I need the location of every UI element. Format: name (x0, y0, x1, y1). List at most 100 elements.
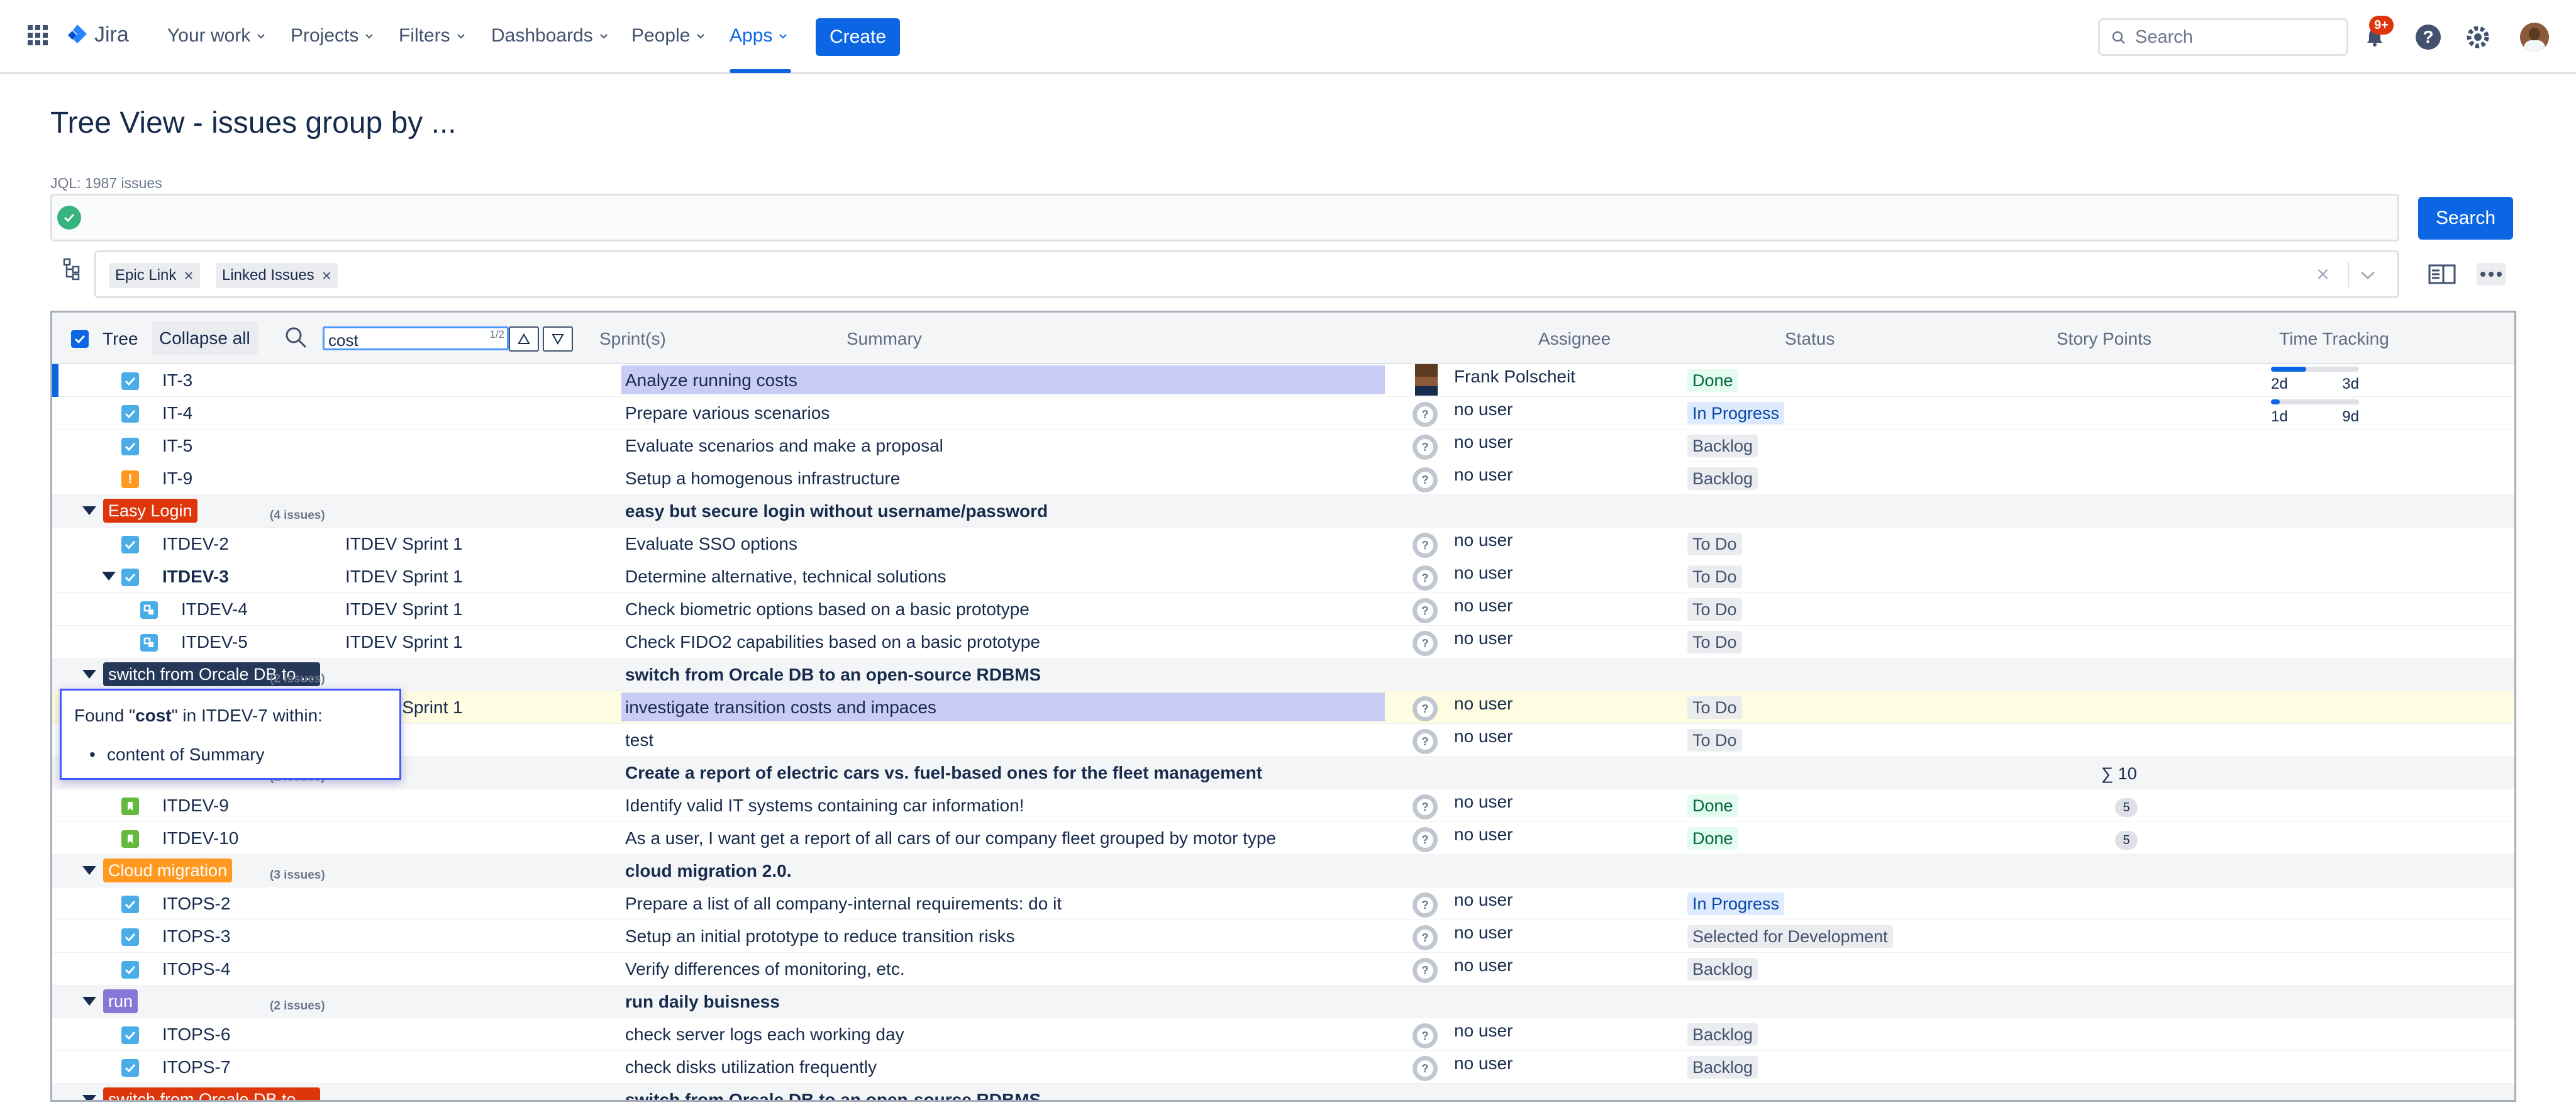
app-switcher-icon[interactable] (28, 25, 48, 45)
epic-badge[interactable]: Cloud migration (103, 859, 233, 882)
col-sprints[interactable]: Sprint(s) (599, 329, 666, 349)
epic-badge[interactable]: run (103, 989, 138, 1013)
issue-summary[interactable]: Setup a homogenous infrastructure (625, 469, 900, 489)
expand-toggle-icon[interactable] (82, 1095, 96, 1100)
collapse-all-button[interactable]: Collapse all (152, 321, 258, 355)
find-prev-button[interactable] (509, 326, 539, 352)
table-row[interactable]: ITDEV-9 Identify valid IT systems contain… (52, 789, 2514, 822)
more-actions-button[interactable] (2477, 263, 2506, 286)
issue-key[interactable]: ITDEV-3 (162, 567, 229, 587)
status-badge[interactable]: Done (1687, 369, 1738, 392)
search-icon[interactable] (284, 325, 309, 350)
issue-summary[interactable]: Setup an initial prototype to reduce tra… (625, 926, 1014, 947)
issue-summary[interactable]: Prepare a list of all company-internal r… (625, 894, 1062, 914)
hierarchy-icon[interactable] (63, 258, 82, 281)
expand-toggle-icon[interactable] (82, 866, 96, 875)
status-badge[interactable]: Backlog (1687, 435, 1758, 457)
assignee-name[interactable]: no user (1454, 596, 1513, 616)
group-row[interactable]: Easy Login (4 issues) easy but secure logi… (52, 495, 2514, 528)
issue-summary[interactable]: Check biometric options based on a basic… (625, 599, 1030, 620)
assignee-name[interactable]: no user (1454, 825, 1513, 845)
table-row[interactable]: IT-4 Prepare various scenarios? no user In … (52, 397, 2514, 430)
table-row[interactable]: ITOPS-3 Setup an initial prototype to red… (52, 920, 2514, 953)
status-badge[interactable]: Done (1687, 827, 1738, 850)
issue-summary[interactable]: check disks utilization frequently (625, 1057, 877, 1077)
remove-chip-icon[interactable]: × (184, 266, 193, 286)
table-row[interactable]: ITDEV-5 ITDEV Sprint 1 Check FIDO2 capabil… (52, 626, 2514, 659)
assignee-name[interactable]: no user (1454, 792, 1513, 812)
table-row[interactable]: ITOPS-7 check disks utilization frequentl… (52, 1051, 2514, 1084)
clear-all-icon[interactable]: × (2316, 261, 2329, 287)
epic-badge[interactable]: Easy Login (103, 499, 197, 523)
col-story-points[interactable]: Story Points (2057, 329, 2151, 349)
nav-apps[interactable]: Apps (730, 25, 789, 47)
nav-people[interactable]: People (631, 25, 706, 47)
issue-key[interactable]: IT-9 (162, 469, 192, 489)
table-row[interactable]: ITDEV-4 ITDEV Sprint 1 Check biometric opt… (52, 593, 2514, 626)
col-time-tracking[interactable]: Time Tracking (2279, 329, 2389, 349)
status-badge[interactable]: To Do (1687, 696, 1742, 719)
status-badge[interactable]: Backlog (1687, 1023, 1758, 1046)
status-badge[interactable]: Done (1687, 794, 1738, 817)
split-view-icon[interactable] (2428, 263, 2456, 286)
issue-key[interactable]: IT-5 (162, 436, 192, 456)
issue-key[interactable]: ITOPS-6 (162, 1025, 230, 1045)
expand-toggle-icon[interactable] (82, 997, 96, 1006)
issue-key[interactable]: ITOPS-3 (162, 926, 230, 947)
group-row[interactable]: run (2 issues) run daily buisness (52, 986, 2514, 1018)
assignee-name[interactable]: Frank Polscheit (1454, 367, 1575, 387)
assignee-name[interactable]: no user (1454, 399, 1513, 420)
jira-logo[interactable]: Jira (65, 23, 129, 47)
jql-search-button[interactable]: Search (2418, 197, 2513, 240)
issue-summary[interactable]: As a user, I want get a report of all ca… (625, 828, 1276, 848)
issue-key[interactable]: ITDEV-2 (162, 534, 229, 554)
assignee-name[interactable]: no user (1454, 628, 1513, 648)
status-badge[interactable]: To Do (1687, 729, 1742, 752)
gear-icon[interactable] (2465, 24, 2491, 50)
assignee-name[interactable]: no user (1454, 1053, 1513, 1074)
find-in-table-input[interactable]: cost 1/2 (323, 326, 509, 350)
table-row[interactable]: ITDEV-10 As a user, I want get a report o… (52, 822, 2514, 855)
issue-summary[interactable]: Check FIDO2 capabilities based on a basi… (625, 632, 1040, 652)
status-badge[interactable]: Backlog (1687, 1056, 1758, 1079)
nav-filters[interactable]: Filters (399, 25, 467, 47)
status-badge[interactable]: To Do (1687, 533, 1742, 555)
issue-summary[interactable]: Identify valid IT systems containing car… (625, 796, 1024, 816)
issue-key[interactable]: ITDEV-4 (181, 599, 248, 620)
nav-projects[interactable]: Projects (291, 25, 375, 47)
table-row[interactable]: ITDEV Sprint 1 investigate transition cos… (52, 691, 2514, 724)
group-row[interactable]: switch from Orcale DB to ... switch from … (52, 1084, 2514, 1100)
group-by-select[interactable]: Epic Link × Linked Issues × × (94, 250, 2399, 298)
issue-summary[interactable]: Evaluate SSO options (625, 534, 797, 554)
issue-summary[interactable]: Prepare various scenarios (625, 403, 830, 423)
expand-toggle-icon[interactable] (82, 670, 96, 679)
table-row[interactable]: ITOPS-2 Prepare a list of all company-int… (52, 887, 2514, 920)
assignee-name[interactable]: no user (1454, 465, 1513, 485)
issue-summary[interactable]: Verify differences of monitoring, etc. (625, 959, 905, 979)
status-badge[interactable]: In Progress (1687, 892, 1785, 915)
assignee-name[interactable]: no user (1454, 726, 1513, 747)
assignee-name[interactable]: no user (1454, 955, 1513, 975)
assignee-name[interactable]: no user (1454, 432, 1513, 452)
table-row[interactable]: IT-5 Evaluate scenarios and make a propos… (52, 430, 2514, 462)
expand-toggle-icon[interactable] (102, 572, 116, 581)
issue-key[interactable]: ITOPS-2 (162, 894, 230, 914)
issue-summary[interactable]: check server logs each working day (625, 1025, 904, 1045)
issue-summary[interactable]: test (625, 730, 653, 750)
table-row[interactable]: IT-3 Analyze running costs Frank Polscheit… (52, 364, 2514, 397)
col-assignee[interactable]: Assignee (1538, 329, 1611, 349)
jql-input[interactable] (50, 194, 2399, 242)
issue-key[interactable]: ITDEV-10 (162, 828, 238, 848)
expand-toggle-icon[interactable] (82, 506, 96, 515)
status-badge[interactable]: Backlog (1687, 467, 1758, 490)
group-row[interactable]: (2 issues)Create a report of electric ca… (52, 757, 2514, 789)
table-row[interactable]: test? no user To Do (52, 724, 2514, 757)
status-badge[interactable]: In Progress (1687, 402, 1785, 425)
status-badge[interactable]: To Do (1687, 598, 1742, 621)
issue-key[interactable]: ITDEV-5 (181, 632, 248, 652)
col-status[interactable]: Status (1785, 329, 1835, 349)
issue-summary[interactable]: Evaluate scenarios and make a proposal (625, 436, 943, 456)
issue-key[interactable]: IT-3 (162, 370, 192, 391)
status-badge[interactable]: To Do (1687, 565, 1742, 588)
table-row[interactable]: ! IT-9 Setup a homogenous infrastructure? n… (52, 462, 2514, 495)
